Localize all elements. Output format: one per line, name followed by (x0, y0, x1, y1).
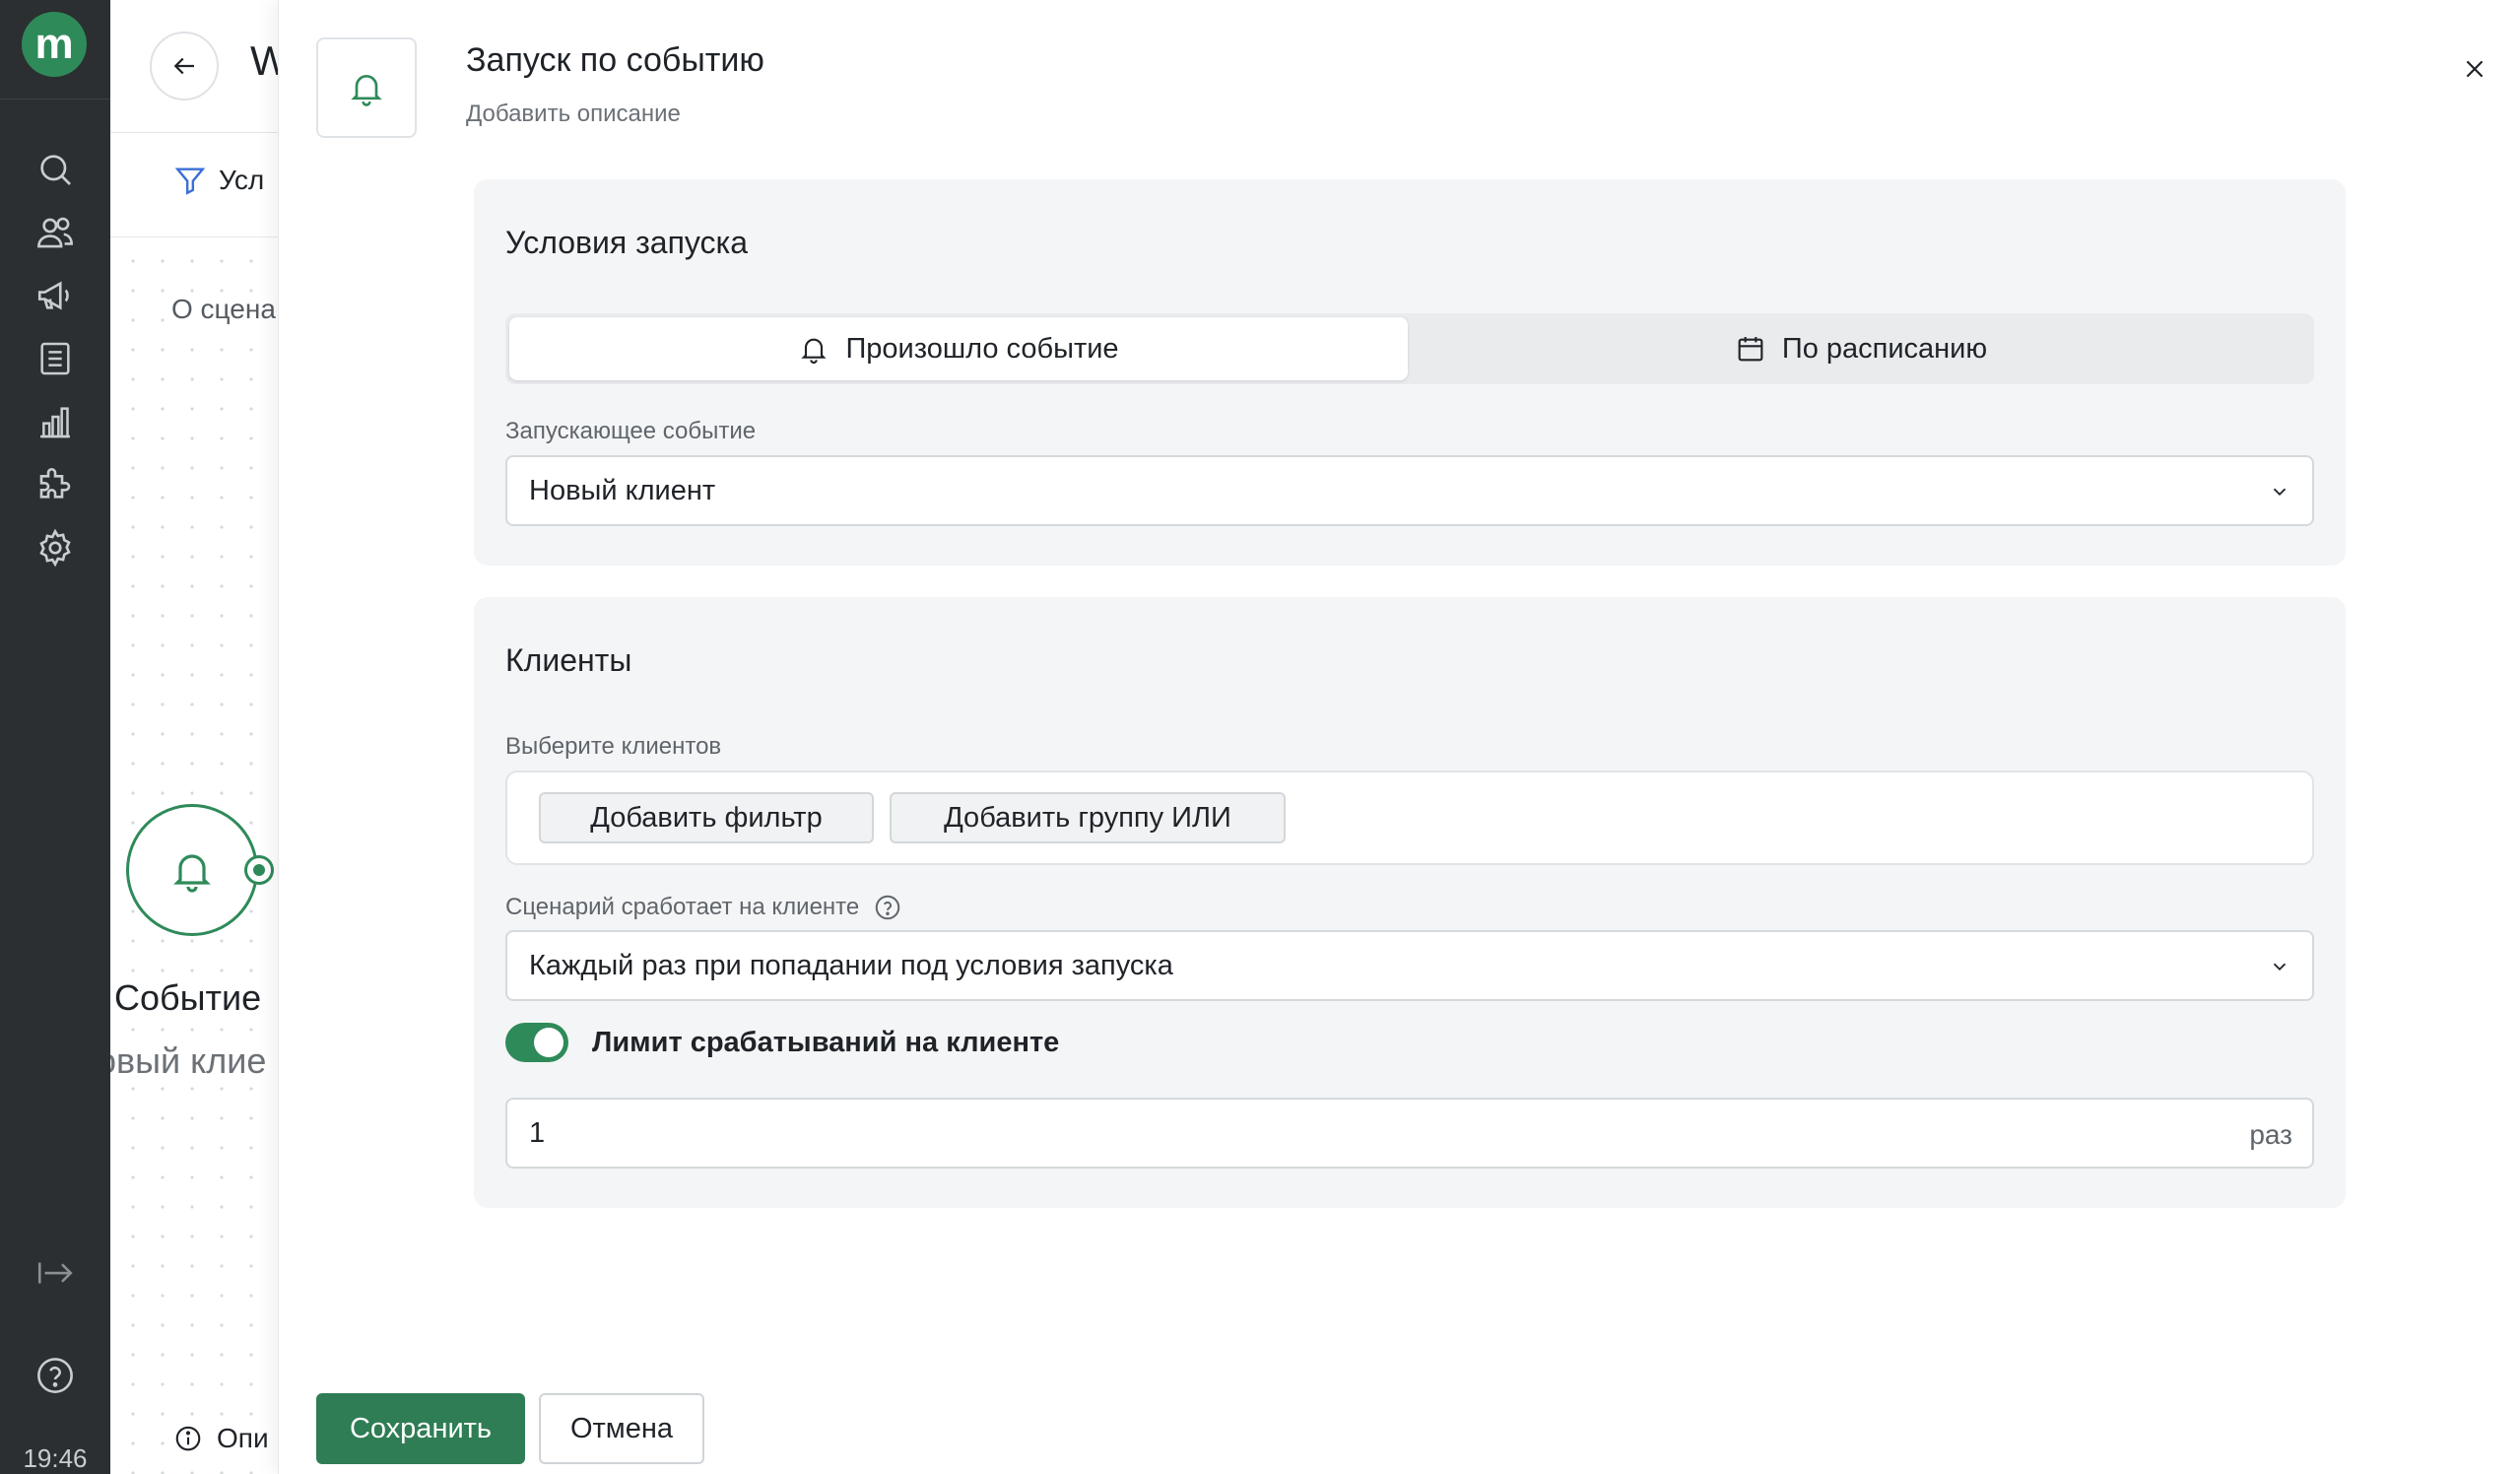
trigger-icon-box (316, 37, 417, 138)
launch-conditions-title: Условия запуска (505, 225, 749, 260)
save-button[interactable]: Сохранить (316, 1393, 525, 1464)
toggle-knob (534, 1028, 564, 1057)
limit-count-suffix: раз (2249, 1119, 2292, 1150)
nav-rail: m 19:46 (0, 0, 110, 1474)
trigger-event-value: Новый клиент (529, 474, 716, 506)
client-filter-box: Добавить фильтр Добавить группу ИЛИ (505, 770, 2314, 865)
bell-icon (351, 75, 382, 106)
bell-icon (173, 854, 211, 893)
calendar-icon (1738, 337, 1763, 362)
scenario-title: W (250, 37, 278, 84)
clients-section: Клиенты Выберите клиентов Добавить фильт… (474, 597, 2346, 1208)
info-icon (175, 1426, 201, 1451)
editor-header: W (110, 0, 278, 133)
trigger-drawer: Запуск по событию Добавить описание Усло… (278, 0, 2520, 1474)
runs-on-client-select[interactable]: Каждый раз при попадании под условия зап… (505, 930, 2314, 1001)
collapse-arrow-icon[interactable] (32, 1249, 79, 1297)
megaphone-icon[interactable] (32, 272, 79, 319)
help-icon[interactable] (873, 893, 902, 922)
runs-on-client-value: Каждый раз при попадании под условия зап… (529, 949, 1173, 981)
scenario-canvas: W Усл О сцена Событие овый клие Опи (110, 0, 278, 1474)
rail-divider (0, 99, 110, 100)
back-button[interactable] (150, 32, 219, 100)
select-clients-label-text: Выберите клиентов (505, 733, 722, 760)
cancel-button[interactable]: Отмена (539, 1393, 704, 1464)
node-title: Событие (114, 977, 262, 1019)
close-icon (2466, 60, 2484, 78)
users-icon[interactable] (32, 209, 79, 256)
add-or-group-button[interactable]: Добавить группу ИЛИ (890, 792, 1286, 843)
trigger-event-label-text: Запускающее событие (505, 418, 757, 444)
limit-toggle-row: Лимит срабатываний на клиенте (505, 1023, 1059, 1062)
help-icon[interactable] (32, 1352, 79, 1399)
launch-conditions-section: Условия запуска Произошло событие По рас… (474, 179, 2346, 566)
limit-count-value: 1 (529, 1116, 546, 1149)
close-button[interactable] (2457, 51, 2492, 87)
puzzle-icon[interactable] (32, 461, 79, 508)
filter-icon (174, 168, 206, 195)
event-node[interactable] (126, 804, 258, 936)
tab-event-occurred[interactable]: Произошло событие (509, 317, 1408, 380)
app-logo[interactable]: m (22, 12, 87, 77)
about-scenario-link[interactable]: О сцена (171, 294, 276, 325)
bell-icon (801, 338, 828, 364)
runs-on-client-label: Сценарий сработает на клиенте (505, 893, 902, 922)
trigger-event-label: Запускающее событие (505, 418, 756, 445)
runs-on-client-label-text: Сценарий сработает на клиенте (505, 894, 860, 920)
clients-title: Клиенты (505, 642, 632, 678)
editor-tabbar: Усл (110, 134, 278, 237)
clock: 19:46 (23, 1443, 88, 1473)
node-output-port[interactable] (244, 855, 274, 885)
tab-by-schedule[interactable]: По расписанию (1412, 317, 2310, 380)
select-clients-label: Выберите клиентов (505, 733, 721, 761)
drawer-title[interactable]: Запуск по событию (466, 41, 764, 80)
tab-conditions[interactable]: Усл (173, 164, 264, 197)
tab-conditions-label: Усл (219, 165, 265, 195)
gear-icon[interactable] (32, 524, 79, 571)
chevron-down-icon (2273, 488, 2287, 497)
trigger-event-select[interactable]: Новый клиент (505, 455, 2314, 526)
chart-icon[interactable] (32, 398, 79, 445)
add-description-link[interactable]: Добавить описание (466, 100, 681, 128)
tab-event-occurred-label: Произошло событие (845, 332, 1119, 365)
node-subtitle: овый клие (110, 1040, 267, 1082)
limit-toggle[interactable] (505, 1023, 568, 1062)
description-link-label: Опи (217, 1423, 269, 1453)
limit-toggle-label: Лимит срабатываний на клиенте (592, 1026, 1060, 1058)
chevron-down-icon (2273, 963, 2287, 972)
document-icon[interactable] (32, 335, 79, 382)
arrow-left-icon (173, 57, 194, 75)
add-filter-button[interactable]: Добавить фильтр (539, 792, 874, 843)
tab-by-schedule-label: По расписанию (1781, 332, 1988, 365)
limit-count-input[interactable]: 1 раз (505, 1098, 2314, 1169)
description-link[interactable]: Опи (173, 1423, 269, 1454)
trigger-type-switch: Произошло событие По расписанию (505, 313, 2314, 384)
search-icon[interactable] (32, 146, 79, 193)
